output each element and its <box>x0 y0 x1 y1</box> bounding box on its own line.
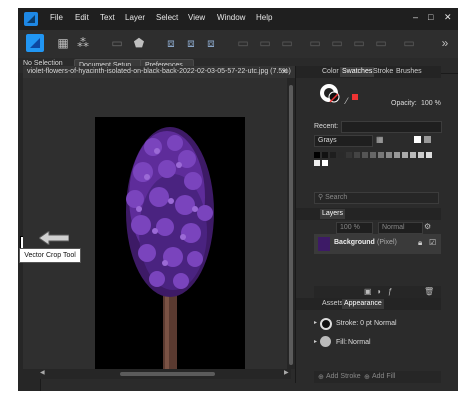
mask-icon[interactable]: ▣ <box>364 287 372 296</box>
fill-stroke-icon[interactable] <box>318 82 340 104</box>
tab-swatches[interactable]: Swatches <box>340 67 375 77</box>
align-left-icon[interactable]: ▭ <box>236 36 250 50</box>
hyacinth-image <box>95 117 245 373</box>
menu-bar: File Edit Text Layer Select View Window … <box>18 8 458 30</box>
align-right-icon[interactable]: ▭ <box>280 36 294 50</box>
menu-select[interactable]: Select <box>156 13 178 22</box>
lock-icon[interactable]: 🔒︎ <box>418 238 422 248</box>
grid-view-icon[interactable]: ▦ <box>376 135 384 144</box>
rotate-icon[interactable]: ⧈ <box>204 36 218 50</box>
vertical-scroll-thumb[interactable] <box>289 85 293 365</box>
minimize-button[interactable]: – <box>413 12 418 22</box>
recent-swatches <box>341 121 442 133</box>
flip-icon[interactable]: ▭ <box>402 36 416 50</box>
layer-thumbnail <box>318 237 330 251</box>
opacity-value[interactable]: 100 % <box>421 100 441 107</box>
pentagon-icon[interactable]: ⬟ <box>132 36 146 50</box>
tab-brushes[interactable]: Brushes <box>394 67 424 77</box>
share-icon[interactable]: ⁂ <box>76 36 90 50</box>
color-panel-tabs: Color Swatches Stroke Brushes <box>296 66 441 78</box>
persona-designer-icon[interactable] <box>26 34 44 52</box>
white-swatch[interactable] <box>414 136 421 143</box>
tab-layers[interactable]: Layers <box>320 209 346 219</box>
right-panel: Color Swatches Stroke Brushes ⁄ Opacity:… <box>295 66 442 383</box>
maximize-button[interactable]: □ <box>428 12 433 22</box>
subtract-icon[interactable]: ▭ <box>352 36 366 50</box>
recent-label: Recent: <box>314 123 339 130</box>
layers-footer: ▣ ◑ ƒ 🗑︎ <box>314 286 441 298</box>
stroke-swatch[interactable] <box>320 318 332 330</box>
scroll-right-icon[interactable]: ▶ <box>284 369 289 376</box>
fill-mode[interactable]: Normal <box>348 339 371 346</box>
document-tab[interactable]: violet-flowers-of-hyacinth-isolated-on-b… <box>23 66 295 78</box>
menu-help[interactable]: Help <box>256 13 272 22</box>
menu-text[interactable]: Text <box>100 13 115 22</box>
align-center-icon[interactable]: ▭ <box>258 36 272 50</box>
more-icon[interactable]: » <box>438 36 452 50</box>
visibility-checkbox[interactable]: ☑ <box>429 238 436 247</box>
fill-label: Fill: <box>336 339 347 346</box>
layer-settings-icon[interactable]: ⚙ <box>424 222 431 231</box>
scroll-left-icon[interactable]: ◀ <box>40 369 45 376</box>
search-field[interactable]: ⚲ Search <box>314 192 439 204</box>
search-placeholder: Search <box>325 194 348 201</box>
layer-type: (Pixel) <box>377 239 397 246</box>
opacity-label: Opacity: <box>391 100 417 107</box>
close-window-button[interactable]: ✕ <box>444 12 452 23</box>
stroke-mode[interactable]: Normal <box>374 320 397 327</box>
tab-appearance[interactable]: Appearance <box>342 299 384 309</box>
palette-name: Grays <box>318 137 337 144</box>
menu-edit[interactable]: Edit <box>75 13 89 22</box>
snapping-icon[interactable]: ▭ <box>110 36 124 50</box>
add-stroke-icon[interactable]: ⊕ <box>318 373 324 381</box>
layer-row-background[interactable]: Background (Pixel) 🔒︎ ☑ <box>314 234 441 254</box>
intersect-icon[interactable]: ▭ <box>374 36 388 50</box>
add-fill-button[interactable]: Add Fill <box>372 373 395 380</box>
tooltip: Vector Crop Tool <box>19 248 81 263</box>
app-logo-icon <box>24 12 38 26</box>
gray-swatch[interactable] <box>424 136 431 143</box>
transform-icon[interactable]: ⧈ <box>164 36 178 50</box>
menu-layer[interactable]: Layer <box>125 13 145 22</box>
expand-stroke-icon[interactable]: ▸ <box>314 319 317 326</box>
arrange-icon[interactable]: ▭ <box>308 36 322 50</box>
none-swatch[interactable] <box>352 94 358 100</box>
tab-color[interactable]: Color <box>320 67 341 77</box>
eyedropper-icon[interactable]: ⁄ <box>346 96 348 106</box>
layers-panel-tabs: Layers <box>296 208 441 220</box>
appearance-panel-tabs: Assets Appearance <box>296 298 441 310</box>
palette-select[interactable]: Grays <box>314 135 373 147</box>
move-icon[interactable]: ⧈ <box>184 36 198 50</box>
pixel-persona-icon[interactable]: ▦ <box>56 36 70 50</box>
delete-layer-icon[interactable]: 🗑︎ <box>424 287 434 296</box>
add-fill-icon[interactable]: ⊕ <box>364 373 370 381</box>
add-stroke-button[interactable]: Add Stroke <box>326 373 361 380</box>
expand-fill-icon[interactable]: ▸ <box>314 338 317 345</box>
tab-stroke[interactable]: Stroke <box>371 67 395 77</box>
close-document-icon[interactable]: ✕ <box>281 66 288 78</box>
menu-file[interactable]: File <box>50 13 63 22</box>
menu-window[interactable]: Window <box>217 13 245 22</box>
appearance-footer: ⊕ Add Stroke ⊕ Add Fill <box>314 371 441 383</box>
layer-opacity-field[interactable]: 100 % <box>336 222 373 234</box>
fill-swatch[interactable] <box>320 336 331 347</box>
stroke-label: Stroke: 0 pt <box>336 320 372 327</box>
menu-view[interactable]: View <box>188 13 205 22</box>
main-toolbar: ▦ ⁂ ▭ ⬟ ⧈ ⧈ ⧈ ▭ ▭ ▭ ▭ ▭ ▭ ▭ ▭ » <box>18 30 458 59</box>
blend-mode-select[interactable]: Normal <box>378 222 423 234</box>
fx-icon[interactable]: ƒ <box>388 287 392 296</box>
horizontal-scroll-thumb[interactable] <box>120 372 215 376</box>
boolean-icon[interactable]: ▭ <box>330 36 344 50</box>
document-image[interactable] <box>95 117 245 373</box>
callout-arrow-icon <box>39 231 69 245</box>
layer-name: Background <box>334 239 375 246</box>
adjustment-icon[interactable]: ◑ <box>376 287 381 296</box>
